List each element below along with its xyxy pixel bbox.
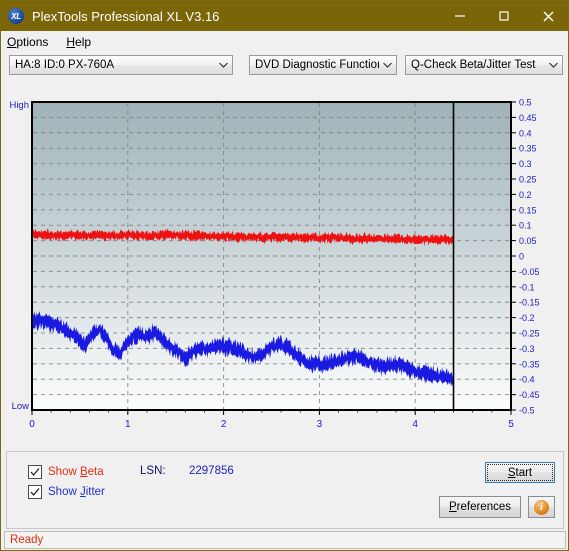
title-bar: XL PlexTools Professional XL V3.16	[1, 1, 568, 31]
drive-selector[interactable]: HA:8 ID:0 PX-760A	[9, 55, 233, 75]
function-selector-label: DVD Diagnostic Functions	[255, 59, 379, 71]
beta-jitter-chart: 0.5 0.45 0.4 0.35 0.3 0.25 0.2 0.15 0.1 0.05 0 -0.0…	[5, 83, 565, 443]
y-axis-tick-label: 0.15	[519, 205, 537, 215]
lsn-value: 2297856	[189, 465, 234, 477]
function-selector[interactable]: DVD Diagnostic Functions	[249, 55, 397, 75]
chart-high-label: High	[9, 100, 29, 111]
show-jitter-checkbox[interactable]: Show Jitter	[28, 485, 105, 499]
info-icon: i	[534, 499, 549, 515]
y-axis-tick-label: 0.4	[519, 128, 532, 138]
y-axis-tick-label: -0.5	[519, 406, 535, 416]
status-text: Ready	[10, 534, 44, 546]
y-axis-tick-label: -0.35	[519, 359, 540, 369]
y-axis-tick-label: -0.25	[519, 329, 540, 339]
close-button[interactable]	[526, 1, 568, 31]
y-axis-tick-label: 0.3	[519, 159, 532, 169]
y-axis-tick-label: 0.05	[519, 236, 537, 246]
lsn-label: LSN:	[140, 465, 166, 477]
chart-low-label: Low	[12, 401, 30, 412]
x-axis-tick-label: 2	[221, 419, 227, 430]
start-button-label: Start	[507, 466, 533, 479]
y-axis-tick-label: -0.2	[519, 313, 535, 323]
y-axis-tick-label: -0.45	[519, 390, 540, 400]
menu-item-help[interactable]: Help	[66, 35, 91, 49]
test-selector-label: Q-Check Beta/Jitter Test	[411, 59, 536, 71]
test-selector[interactable]: Q-Check Beta/Jitter Test	[405, 55, 563, 75]
controls-group: Show Beta Show Jitter LSN: 2297856 Start…	[6, 451, 564, 529]
info-button[interactable]: i	[528, 496, 555, 518]
y-axis-tick-label: -0.3	[519, 344, 535, 354]
selector-toolbar: HA:8 ID:0 PX-760A DVD Diagnostic Functio…	[1, 53, 568, 79]
x-axis-tick-label: 1	[125, 419, 131, 430]
y-axis-tick-label: -0.15	[519, 298, 540, 308]
x-axis-tick-label: 3	[317, 419, 323, 430]
x-axis-tick-label: 4	[412, 419, 418, 430]
y-axis-tick-label: 0.5	[519, 98, 532, 108]
status-bar: Ready	[4, 531, 566, 549]
preferences-button-label: Preferences	[448, 501, 511, 513]
checkmark-icon	[28, 485, 42, 499]
preferences-button[interactable]: Preferences	[439, 496, 521, 518]
xl-logo-icon: XL	[8, 8, 24, 24]
drive-selector-label: HA:8 ID:0 PX-760A	[15, 59, 115, 71]
y-axis-tick-label: -0.1	[519, 282, 535, 292]
x-axis-tick-label: 5	[508, 419, 514, 430]
show-beta-label: Show Beta	[48, 466, 104, 478]
y-axis-tick-label: 0	[519, 252, 524, 262]
maximize-button[interactable]	[482, 1, 526, 31]
minimize-button[interactable]	[438, 1, 482, 31]
menu-item-options[interactable]: Options	[7, 35, 48, 49]
chevron-down-icon	[379, 62, 396, 68]
y-axis-tick-label: 0.45	[519, 113, 537, 123]
chevron-down-icon	[545, 62, 562, 68]
chevron-down-icon	[215, 62, 232, 68]
y-axis-tick-label: 0.35	[519, 144, 537, 154]
y-axis-tick-label: -0.4	[519, 375, 535, 385]
chart-canvas: 0.5 0.45 0.4 0.35 0.3 0.25 0.2 0.15 0.1 0.05 0 -0.0…	[9, 98, 540, 431]
window-title: PlexTools Professional XL V3.16	[32, 8, 220, 24]
y-axis-tick-label: -0.05	[519, 267, 540, 277]
start-button[interactable]: Start	[485, 462, 555, 483]
x-axis-tick-label: 0	[29, 419, 35, 430]
y-axis-tick-label: 0.1	[519, 221, 532, 231]
checkmark-icon	[28, 465, 42, 479]
y-axis-tick-label: 0.25	[519, 175, 537, 185]
plextools-window: XL PlexTools Professional XL V3.16 Optio…	[0, 0, 569, 551]
menu-bar: Options Help	[1, 31, 568, 52]
y-axis-tick-label: 0.2	[519, 190, 532, 200]
show-jitter-label: Show Jitter	[48, 486, 105, 498]
show-beta-checkbox[interactable]: Show Beta	[28, 465, 104, 479]
